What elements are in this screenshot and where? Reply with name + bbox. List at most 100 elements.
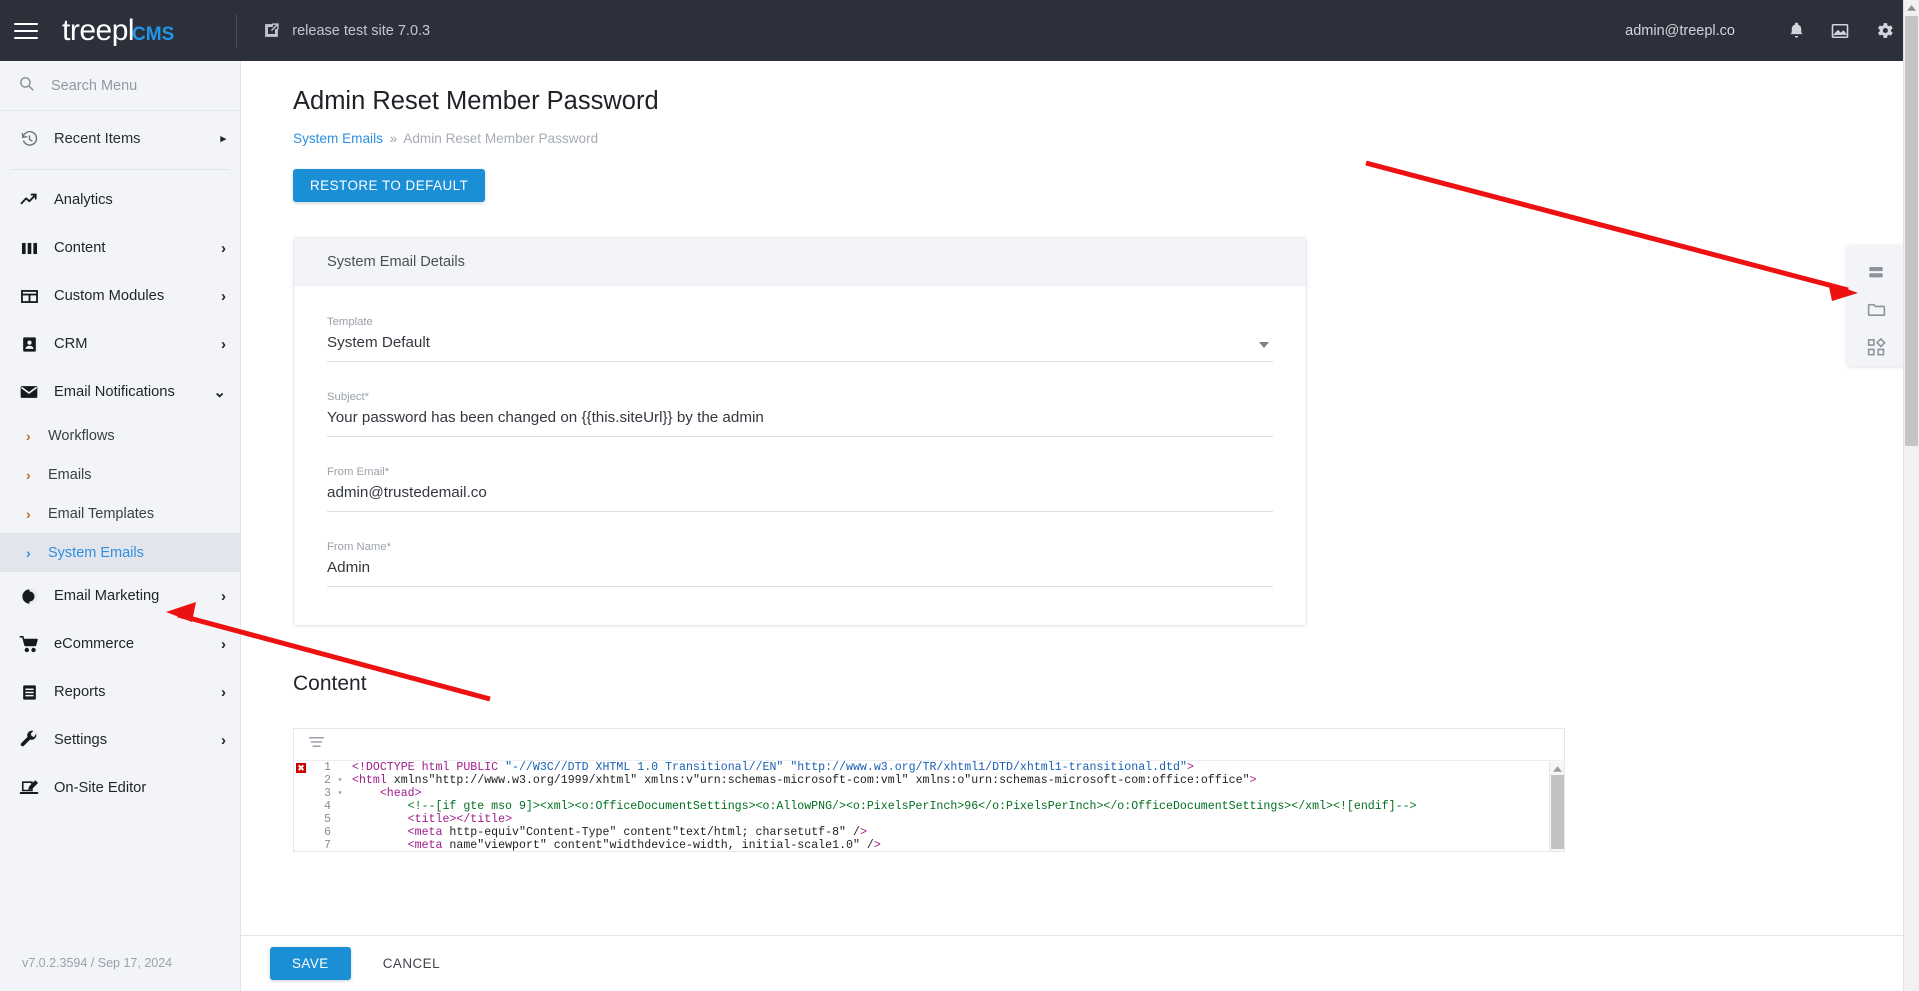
sidebar-item-label: Analytics [54,192,113,208]
editor-vertical-scrollbar[interactable] [1549,762,1564,851]
field-label: From Email* [327,466,390,478]
chevron-right-icon: › [221,287,226,305]
gutter-spacer [294,813,308,826]
fold-toggle-icon [334,761,346,774]
code-line[interactable]: 4 <!--[if gte mso 9]><xml><o:OfficeDocum… [294,800,1564,813]
brand-suffix: CMS [132,23,175,45]
from-email-input[interactable]: admin@trustedemail.co [327,484,1273,512]
sidebar-subitem-label: Emails [48,466,92,483]
fold-toggle-icon[interactable]: ▾ [334,787,346,800]
code-text: <html xmlns"http://www.w3.org/1999/xhtml… [352,774,1257,787]
scroll-up-arrow-icon[interactable] [1550,762,1564,775]
rows-layout-icon[interactable] [1856,253,1896,291]
subject-input[interactable]: Your password has been changed on {{this… [327,409,1273,437]
code-line[interactable]: 7 <meta name"viewport" content"widthdevi… [294,839,1564,852]
html-code-editor[interactable]: ✖ 1 <!DOCTYPE html PUBLIC "-//W3C//DTD XHT… [293,728,1565,852]
sidebar-item-label: On-Site Editor [54,780,147,796]
code-line[interactable]: 2 ▾ <html xmlns"http://www.w3.org/1999/xht… [294,774,1564,787]
scroll-up-arrow-icon[interactable] [1904,0,1919,16]
right-tool-panel [1847,245,1905,366]
line-number: 7 [324,839,331,852]
chevron-right-icon: ▸ [220,132,226,145]
code-line[interactable]: 5 <title></title> [294,813,1564,826]
laptop-edit-icon [16,778,42,798]
sidebar-subitem-system-emails[interactable]: › System Emails [0,533,240,572]
chevron-right-icon: › [26,505,31,522]
template-select-value[interactable]: System Default [327,334,1273,362]
sidebar-item-analytics[interactable]: Analytics [0,176,240,224]
chevron-right-icon: › [221,683,226,701]
search-input[interactable] [49,76,209,95]
header-right-group: admin@treepl.co [1625,20,1919,41]
user-email-label[interactable]: admin@treepl.co [1625,23,1735,39]
site-link[interactable]: release test site 7.0.3 [263,22,430,39]
field-subject[interactable]: Subject* Your password has been changed … [327,391,1273,437]
gear-icon[interactable] [1874,20,1895,41]
sidebar-subitem-workflows[interactable]: › Workflows [0,416,240,455]
sidebar-item-reports[interactable]: Reports › [0,668,240,716]
modules-grid-icon[interactable] [1856,328,1896,366]
from-name-input[interactable]: Admin [327,559,1273,587]
sidebar-item-label: Email Marketing [54,588,160,604]
chevron-down-icon: ⌄ [213,383,226,401]
gutter-spacer [294,774,308,787]
field-label: Subject* [327,391,370,403]
sidebar-item-label: Reports [54,684,106,700]
sidebar-subitem-label: Workflows [48,427,115,444]
chevron-right-icon: › [221,731,226,749]
sidebar-item-label: Settings [54,732,108,748]
line-number: 5 [324,813,331,826]
sidebar-item-email-notifications[interactable]: Email Notifications ⌄ [0,368,240,416]
sidebar-item-label: Email Notifications [54,384,175,400]
save-button[interactable]: SAVE [270,947,351,980]
sidebar-item-settings[interactable]: Settings › [0,716,240,764]
search-menu-row[interactable] [0,61,240,111]
fold-toggle-icon[interactable]: ▾ [334,774,346,787]
sidebar-subitem-email-templates[interactable]: › Email Templates [0,494,240,533]
brand-logo[interactable]: treepl CMS [62,14,174,48]
line-number: 4 [324,800,331,813]
image-icon[interactable] [1830,21,1850,41]
code-line[interactable]: 3 ▾ <head> [294,787,1564,800]
field-from-email[interactable]: From Email* admin@trustedemail.co [327,466,1273,512]
sidebar-item-custom-modules[interactable]: Custom Modules › [0,272,240,320]
sidebar-item-crm[interactable]: CRM › [0,320,240,368]
gutter-spacer [294,839,308,851]
document-lines-icon [16,683,42,702]
sidebar-item-email-marketing[interactable]: Email Marketing › [0,572,240,620]
code-lines-area[interactable]: ✖ 1 <!DOCTYPE html PUBLIC "-//W3C//DTD XHT… [294,761,1564,852]
breadcrumb-separator: » [389,131,398,146]
sidebar-item-label: Recent Items [54,131,141,147]
chevron-down-icon[interactable] [1259,342,1269,348]
format-lines-icon[interactable] [308,735,325,754]
sidebar-item-on-site-editor[interactable]: On-Site Editor [0,764,240,812]
page-scrollbar-thumb[interactable] [1905,16,1918,446]
page-header: Admin Reset Member Password System Email… [241,61,1919,146]
sidebar-item-ecommerce[interactable]: eCommerce › [0,620,240,668]
admin-app-window: treepl CMS release test site 7.0.3 admin… [0,0,1919,991]
error-marker-icon[interactable]: ✖ [294,761,308,774]
restore-to-default-button[interactable]: RESTORE TO DEFAULT [293,169,486,202]
code-text: <!--[if gte mso 9]><xml><o:OfficeDocumen… [352,800,1417,813]
sidebar-item-recent-items[interactable]: Recent Items ▸ [0,115,240,163]
folder-icon[interactable] [1856,291,1896,329]
sidebar-subitem-emails[interactable]: › Emails [0,455,240,494]
breadcrumb-link-system-emails[interactable]: System Emails [293,131,383,146]
sidebar-item-content[interactable]: Content › [0,224,240,272]
bottom-action-bar: SAVE CANCEL [241,935,1919,991]
field-template[interactable]: Template System Default [327,316,1273,362]
sidebar-divider [10,169,230,170]
field-from-name[interactable]: From Name* Admin [327,541,1273,587]
code-line[interactable]: 6 <meta http-equiv"Content-Type" content… [294,826,1564,839]
cancel-button[interactable]: CANCEL [377,955,446,972]
code-line[interactable]: ✖ 1 <!DOCTYPE html PUBLIC "-//W3C//DTD XHT… [294,761,1564,774]
card-body: Template System Default Subject* Your pa… [294,286,1306,625]
hamburger-menu-icon[interactable] [12,21,40,41]
field-label: Template [327,316,373,328]
page-vertical-scrollbar[interactable] [1903,0,1919,991]
fold-toggle-icon [334,800,346,813]
fold-toggle-icon [334,839,346,851]
bell-icon[interactable] [1787,21,1806,40]
wrench-icon [16,730,42,750]
scrollbar-thumb[interactable] [1550,775,1564,849]
